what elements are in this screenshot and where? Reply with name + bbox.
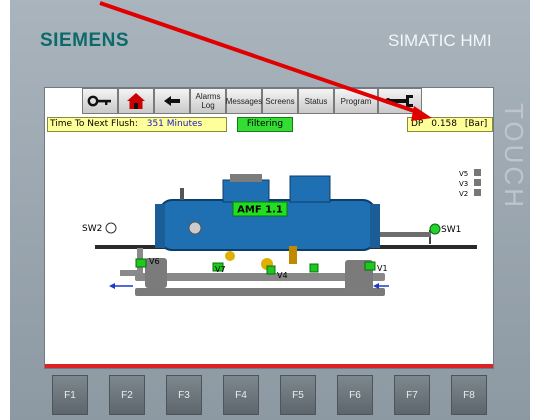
legend-v3-box (474, 179, 481, 186)
product-name: SIMATIC HMI (388, 31, 492, 50)
tank-vent (180, 188, 184, 200)
f4-key[interactable]: F4 (223, 375, 259, 415)
f8-key[interactable]: F8 (451, 375, 487, 415)
screen-footer-bar (45, 364, 493, 368)
tank-flange-right (370, 204, 380, 248)
legend-v5-box (474, 169, 481, 176)
tank-gauge (188, 221, 202, 235)
legend-v2-box (474, 189, 481, 196)
valve-sw1-label: SW1 (441, 225, 461, 235)
f5-key[interactable]: F5 (280, 375, 316, 415)
flow-arrowhead (109, 283, 115, 289)
valve-v1-indicator (364, 261, 376, 271)
sw2-indicator (105, 222, 117, 234)
yellow-valve (225, 251, 235, 261)
valve-sw2-label: SW2 (82, 224, 102, 234)
motor-housing (289, 175, 331, 203)
valve-v4-label: V4 (277, 271, 288, 280)
valve-v4-indicator (266, 265, 276, 275)
legend-v3-label: V3 (459, 180, 468, 188)
f2-key[interactable]: F2 (109, 375, 145, 415)
unit-label: AMF 1.1 (237, 205, 283, 216)
valve-indicator (309, 263, 319, 273)
control-box (222, 179, 270, 203)
legend-v2-label: V2 (459, 190, 468, 198)
hmi-screen: Alarms Log Messages Screens Status Progr… (44, 87, 494, 369)
valve-v1-label: V1 (377, 264, 388, 273)
f7-key[interactable]: F7 (394, 375, 430, 415)
filter-diagram: AMF 1.1 SW2 SW1 V6 V7 V4 V1 V5 V3 V2 (82, 169, 481, 296)
yellow-actuator (289, 246, 297, 264)
f1-key[interactable]: F1 (52, 375, 88, 415)
valve-v7-label: V7 (215, 265, 226, 274)
valve-v6-indicator (135, 258, 147, 268)
touch-label: TOUCH (498, 102, 529, 210)
control-box-lid (230, 174, 262, 182)
brand-logo: SIEMENS (40, 30, 130, 51)
f3-key[interactable]: F3 (166, 375, 202, 415)
tank-flange-left (155, 204, 165, 248)
f6-key[interactable]: F6 (337, 375, 373, 415)
valve-v6-label: V6 (149, 257, 160, 266)
legend-v5-label: V5 (459, 170, 468, 178)
sw1-indicator (429, 223, 441, 235)
